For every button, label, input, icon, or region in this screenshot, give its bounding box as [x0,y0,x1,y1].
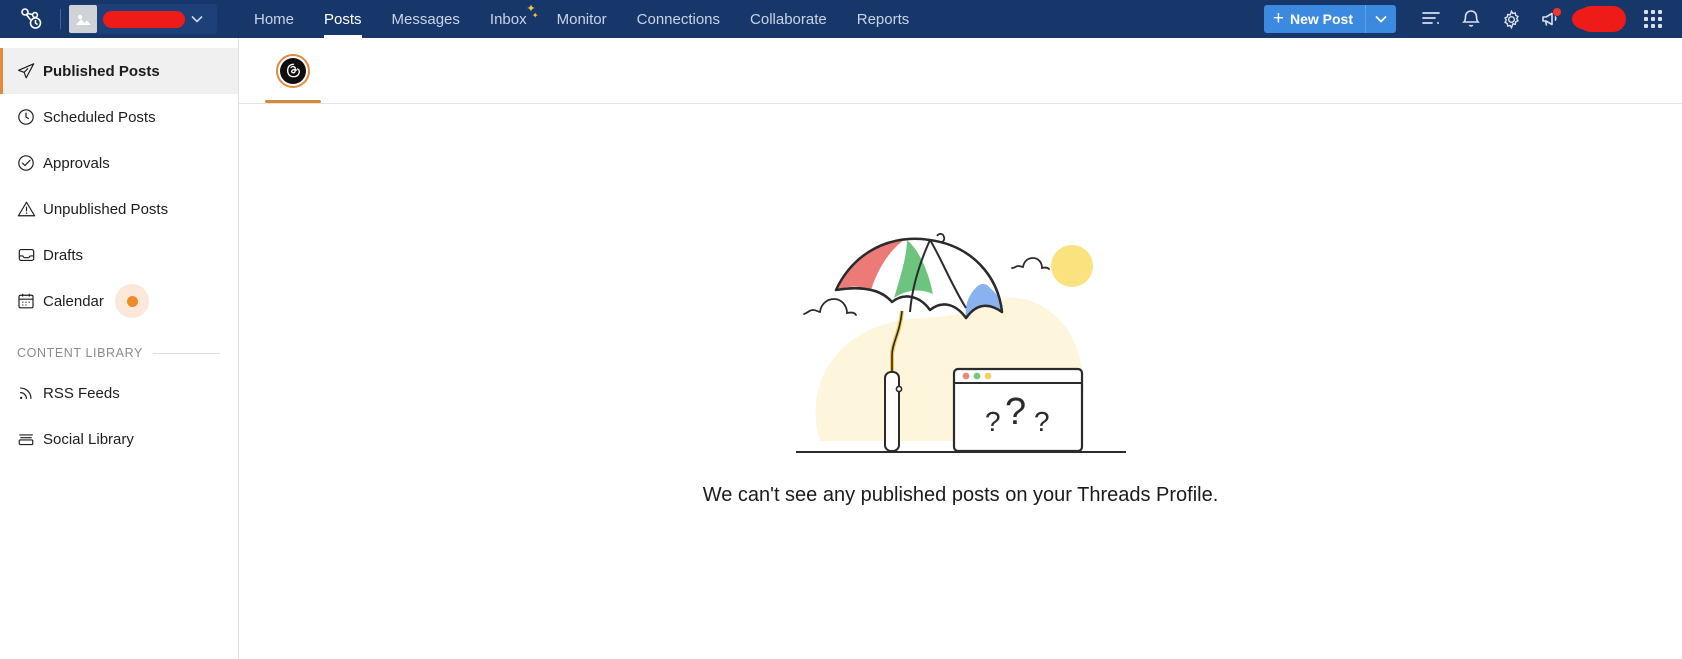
user-avatar-redacted[interactable] [1572,6,1626,32]
nav-label: Messages [391,10,460,28]
nav-item-posts[interactable]: Posts [309,0,377,38]
svg-text:?: ? [1005,391,1026,433]
sidebar-item-drafts[interactable]: Drafts [0,232,238,278]
nav-item-home[interactable]: Home [239,0,309,38]
nav-divider [60,9,61,29]
apps-grid-icon[interactable] [1634,0,1672,38]
threads-profile-tab[interactable] [259,39,327,103]
chevron-down-icon [191,15,203,23]
new-post-button[interactable]: + New Post [1263,5,1396,33]
check-circle-icon [17,154,43,172]
empty-state-message: We can't see any published posts on your… [702,484,1219,506]
sidebar-item-unpublished-posts[interactable]: Unpublished Posts [0,186,238,232]
brand-logo-icon[interactable] [8,0,52,38]
inbox-tray-icon [17,246,43,264]
new-post-main[interactable]: + New Post [1264,5,1365,33]
nav-item-monitor[interactable]: Monitor [542,0,622,38]
main-nav-items: Home Posts Messages Inbox ✦ ✦ Monitor Co… [239,0,924,38]
sidebar-item-label: RSS Feeds [43,384,120,402]
left-sidebar: Published Posts Scheduled Posts Approval… [0,38,239,659]
nav-label: Inbox [489,10,527,28]
paper-plane-icon [17,62,43,80]
sidebar-item-label: Calendar [43,292,104,310]
new-post-label: New Post [1289,11,1353,27]
sidebar-item-label: Drafts [43,246,84,264]
app-body: Published Posts Scheduled Posts Approval… [0,38,1682,659]
threads-logo-icon [276,53,310,88]
new-post-dropdown-chevron-down-icon[interactable] [1366,5,1396,33]
notification-bell-icon[interactable] [1452,0,1490,38]
announcements-megaphone-icon[interactable] [1532,0,1570,38]
nav-label: Collaborate [750,10,827,28]
sidebar-item-label: Unpublished Posts [43,200,169,218]
sidebar-item-approvals[interactable]: Approvals [0,140,238,186]
sidebar-item-social-library[interactable]: Social Library [0,416,238,462]
nav-label: Reports [856,10,910,28]
rss-feed-icon [17,384,43,402]
nav-item-connections[interactable]: Connections [622,0,735,38]
notification-badge-dot [1553,8,1561,16]
umbrella-browser-question-marks-illustration: ? ? ? [795,232,1126,453]
sidebar-item-published-posts[interactable]: Published Posts [0,48,238,94]
nav-label: Connections [636,10,721,28]
settings-gear-icon[interactable] [1492,0,1530,38]
sidebar-section-content-library: CONTENT LIBRARY [0,324,238,370]
sidebar-item-label: Approvals [43,154,110,172]
nav-label: Posts [324,10,362,28]
sidebar-item-label: Scheduled Posts [43,108,156,126]
image-placeholder-icon [69,5,97,33]
sidebar-item-rss-feeds[interactable]: RSS Feeds [0,370,238,416]
section-label: CONTENT LIBRARY [17,346,143,360]
workspace-name-redacted [103,10,185,28]
list-lines-icon[interactable] [1412,0,1450,38]
clock-icon [17,108,43,126]
top-navigation-bar: Home Posts Messages Inbox ✦ ✦ Monitor Co… [0,0,1682,38]
main-content: ? ? ? We can't see any published posts o… [239,38,1682,659]
top-bar-actions: + New Post [1263,0,1682,38]
svg-text:?: ? [1034,406,1050,437]
sidebar-item-label: Social Library [43,430,134,448]
nav-item-inbox[interactable]: Inbox ✦ ✦ [475,0,542,38]
nav-item-reports[interactable]: Reports [842,0,925,38]
active-tab-underline [265,99,321,103]
empty-state: ? ? ? We can't see any published posts o… [239,104,1682,659]
sidebar-item-calendar[interactable]: Calendar [0,278,238,324]
profile-tab-strip [239,38,1682,104]
nav-label: Monitor [556,10,607,28]
nav-item-collaborate[interactable]: Collaborate [735,0,842,38]
section-divider [152,352,220,354]
sidebar-item-scheduled-posts[interactable]: Scheduled Posts [0,94,238,140]
calendar-icon [17,292,43,310]
plus-icon: + [1272,8,1284,29]
calendar-notification-dot [115,284,149,318]
workspace-selector[interactable] [69,4,217,34]
sparkle-small-icon: ✦ [531,11,539,20]
nav-item-messages[interactable]: Messages [377,0,475,38]
warning-triangle-icon [17,200,43,218]
svg-text:?: ? [985,406,1001,437]
stacked-layers-icon [17,430,43,448]
nav-label: Home [254,10,295,28]
sidebar-item-label: Published Posts [43,62,160,80]
